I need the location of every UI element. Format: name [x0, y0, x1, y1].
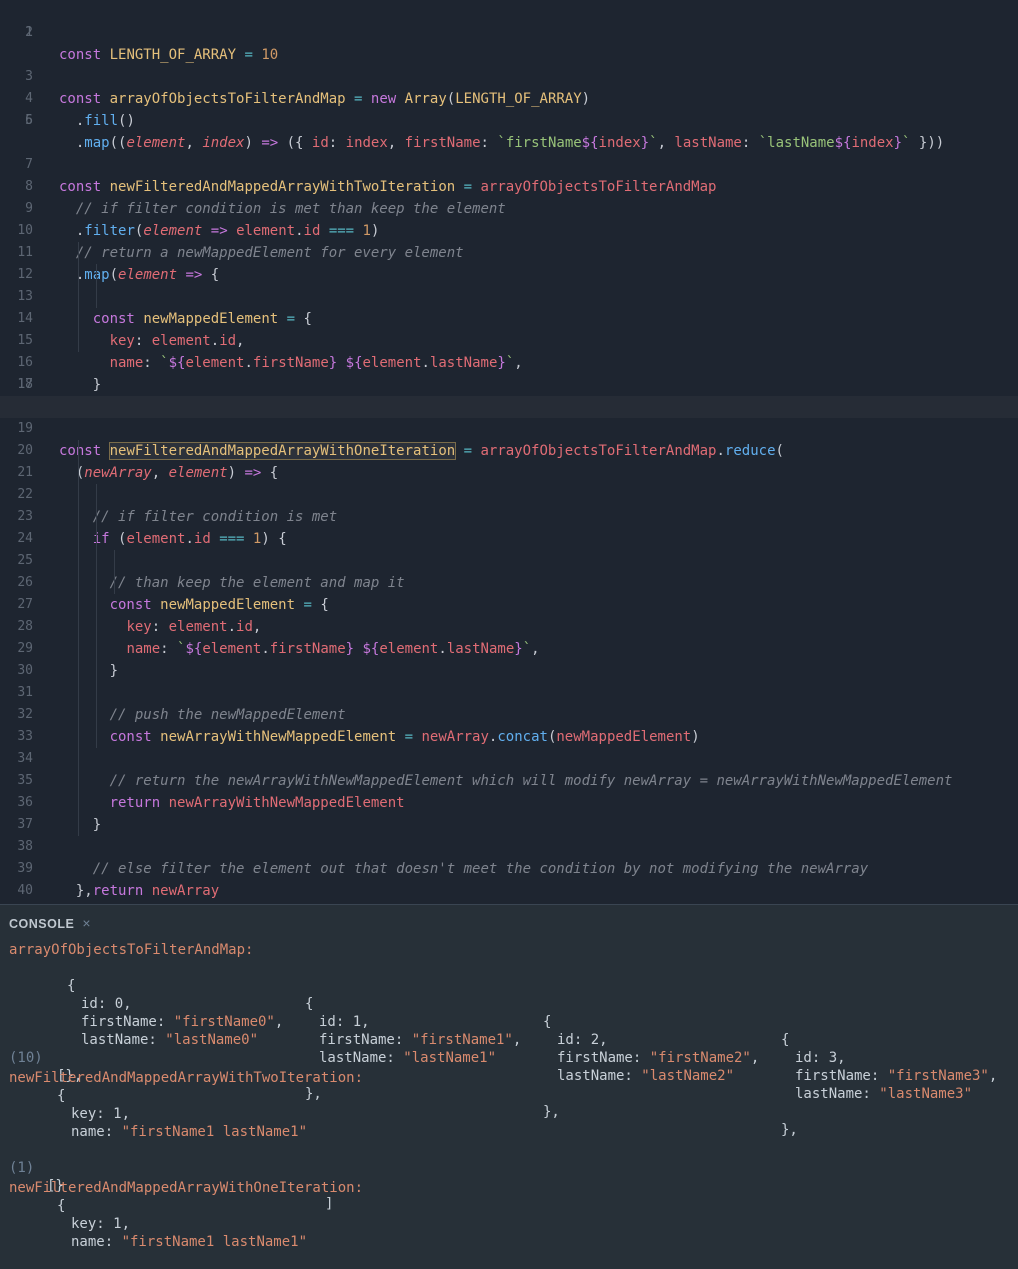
console-log-label: newFilteredAndMappedArrayWithTwoIteratio…	[9, 1070, 364, 1086]
code-line[interactable]: 32	[0, 682, 1018, 722]
code-line[interactable]: 38 return newArray	[0, 814, 1018, 899]
code-line[interactable]: 4 .fill()	[0, 66, 1018, 129]
console-output: (1) [} ]	[9, 1160, 334, 1212]
code-line[interactable]: 12 const newMappedElement = {	[0, 242, 1018, 327]
code-line[interactable]: 40 []	[0, 858, 1018, 898]
console-output: id: 0, id: 1, id: 2, id: 3,	[81, 996, 846, 1066]
code-line[interactable]: 30 // push the newMappedElement	[0, 638, 1018, 723]
console-title: CONSOLE	[9, 917, 75, 931]
code-line[interactable]: 27 name: `${element.firstName} ${element…	[0, 572, 1018, 657]
console-header: CONSOLE ×	[0, 905, 1018, 941]
code-line[interactable]: 29	[0, 616, 1018, 656]
console-output: (10) [}, }, }, },	[9, 1050, 798, 1138]
code-line[interactable]: 31 const newArrayWithNewMappedElement = …	[0, 660, 1018, 745]
code-line[interactable]: 22 if (element.id === 1) {	[0, 462, 1018, 547]
code-line[interactable]: 36	[0, 770, 1018, 810]
console-log-label: newFilteredAndMappedArrayWithOneIteratio…	[9, 1180, 364, 1196]
code-line[interactable]: 1 const LENGTH_OF_ARRAY = 10	[0, 0, 1018, 63]
code-editor[interactable]: 1 const LENGTH_OF_ARRAY = 10 2 3 const a…	[0, 0, 1018, 904]
line-number: 2	[25, 25, 33, 40]
code-line[interactable]: 28 }	[0, 594, 1018, 679]
console-output: name: "firstName1 lastName1"	[71, 1124, 308, 1140]
code-line[interactable]: 20 (newArray, element) => {	[0, 418, 1018, 481]
code-line[interactable]: 14 name: `${element.firstName} ${element…	[0, 286, 1018, 371]
code-line[interactable]: 33 // return the newArrayWithNewMappedEl…	[0, 704, 1018, 789]
code-line[interactable]: 10 // return a newMappedElement for ever…	[0, 198, 1018, 261]
code-line[interactable]: 11 .map(element => {	[0, 220, 1018, 283]
console-output: key: 1,	[71, 1216, 131, 1232]
line-number: 18	[17, 377, 33, 392]
code-line[interactable]: 21 // if filter condition is met	[0, 440, 1018, 525]
code-line[interactable]: 17 })	[0, 352, 1018, 415]
code-line[interactable]: 39 },	[0, 836, 1018, 899]
console-log-label: arrayOfObjectsToFilterAndMap:	[9, 942, 254, 958]
code-line[interactable]: 3 const arrayOfObjectsToFilterAndMap = n…	[0, 44, 1018, 107]
console-output: {	[57, 1198, 66, 1214]
code-line[interactable]: 41 )	[0, 880, 1018, 902]
console-output: name: "firstName1 lastName1"	[71, 1234, 308, 1250]
code-line[interactable]: 18	[0, 374, 1018, 396]
code-line[interactable]: 26 key: element.id,	[0, 550, 1018, 635]
code-line[interactable]: 5 .map((element, index) => ({ id: index,…	[0, 88, 1018, 151]
code-line[interactable]: 23	[0, 484, 1018, 524]
code-line[interactable]: 6	[0, 110, 1018, 132]
console-output: lastName: "lastName0" lastName: "lastNam…	[81, 1032, 973, 1102]
close-icon[interactable]: ×	[82, 915, 91, 931]
console-output: firstName: "firstName0", firstName: "fir…	[81, 1014, 998, 1084]
code-line[interactable]: 8 // if filter condition is met than kee…	[0, 154, 1018, 217]
console-output: {	[57, 1088, 66, 1104]
code-line[interactable]: 25 const newMappedElement = {	[0, 528, 1018, 613]
console-panel: CONSOLE × arrayOfObjectsToFilterAndMap: {…	[0, 904, 1018, 1269]
code-line[interactable]: 15 }	[0, 308, 1018, 393]
code-line[interactable]: 7 const newFilteredAndMappedArrayWithTwo…	[0, 132, 1018, 195]
code-line-current[interactable]: 19 const newFilteredAndMappedArrayWithOn…	[0, 396, 1018, 460]
code-line[interactable]: 34 return newArrayWithNewMappedElement	[0, 726, 1018, 811]
code-line[interactable]: 37 // else filter the element out that d…	[0, 792, 1018, 877]
code-line[interactable]: 13 key: element.id,	[0, 264, 1018, 349]
code-line[interactable]: 2	[0, 22, 1018, 44]
code-line[interactable]: 24 // than keep the element and map it	[0, 506, 1018, 591]
code-line[interactable]: 35 }	[0, 748, 1018, 833]
code-line[interactable]: 16 return newMappedElement	[0, 330, 1018, 415]
line-number: 6	[25, 113, 33, 128]
code-line[interactable]: 9 .filter(element => element.id === 1)	[0, 176, 1018, 239]
console-output: { { { {	[67, 978, 790, 1048]
console-output: key: 1,	[71, 1106, 131, 1122]
